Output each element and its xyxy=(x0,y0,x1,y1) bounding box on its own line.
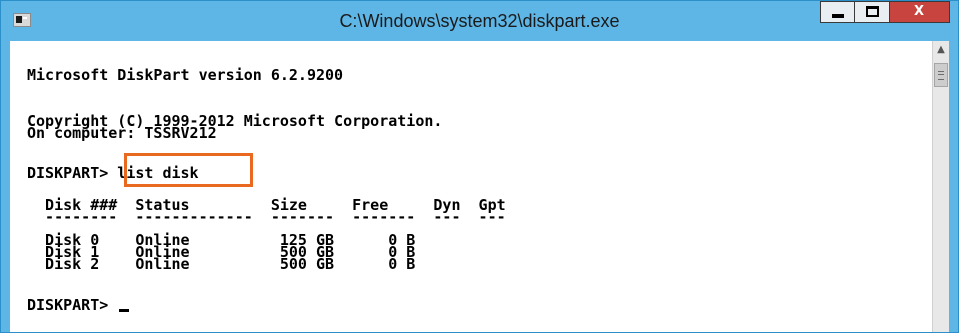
table-separator: -------- ------------- ------- ------- -… xyxy=(27,208,506,226)
window-title: C:\Windows\system32\diskpart.exe xyxy=(339,11,620,31)
vertical-scrollbar[interactable]: ▲ xyxy=(932,41,949,332)
console-client-area: Microsoft DiskPart version 6.2.9200 Copy… xyxy=(10,41,949,332)
scroll-thumb[interactable] xyxy=(934,63,948,87)
prompt-text: DISKPART> xyxy=(27,296,118,314)
maximize-icon xyxy=(866,6,879,17)
computer-line: On computer: TSSRV212 xyxy=(27,124,217,142)
text-cursor xyxy=(119,309,130,312)
version-line: Microsoft DiskPart version 6.2.9200 xyxy=(27,66,344,84)
minimize-button[interactable] xyxy=(820,1,855,23)
close-icon: X xyxy=(913,4,925,19)
command-highlight-box xyxy=(124,153,253,187)
console-window: C:\Windows\system32\diskpart.exe X Micro… xyxy=(0,0,959,333)
scroll-up-arrow-icon[interactable]: ▲ xyxy=(933,43,949,57)
console-output[interactable]: Microsoft DiskPart version 6.2.9200 Copy… xyxy=(10,41,932,332)
minimize-icon xyxy=(832,14,844,18)
table-row: Disk 2 Online 500 GB 0 B xyxy=(27,255,416,273)
maximize-button[interactable] xyxy=(855,1,890,23)
title-bar[interactable]: C:\Windows\system32\diskpart.exe X xyxy=(1,1,958,41)
close-button[interactable]: X xyxy=(890,1,950,23)
prompt-line[interactable]: DISKPART> xyxy=(27,296,130,314)
